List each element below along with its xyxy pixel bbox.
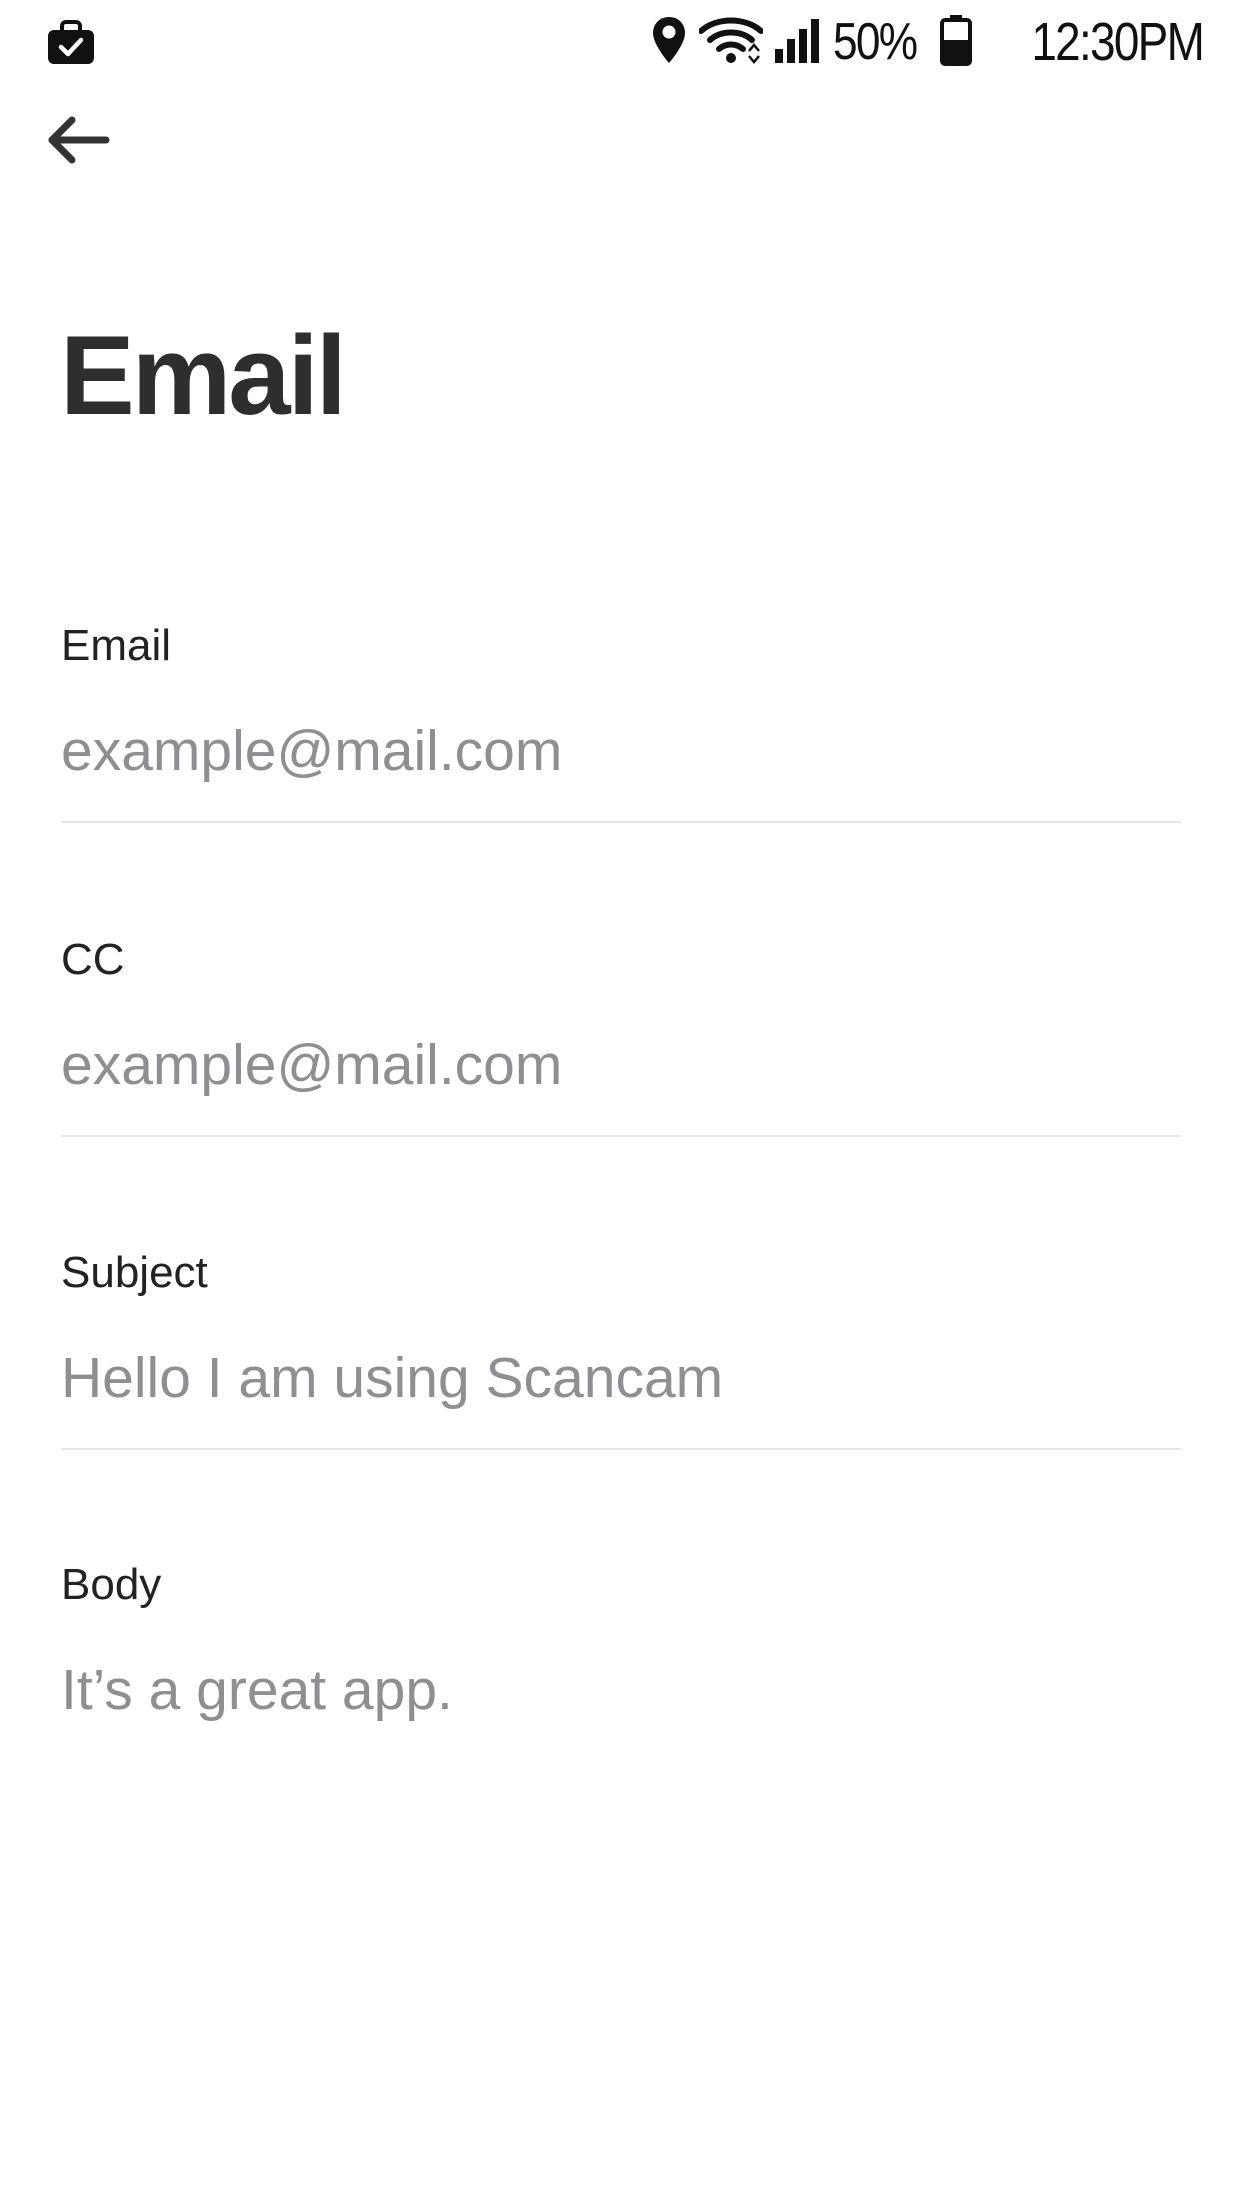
cc-input[interactable]	[61, 1034, 1181, 1097]
clock: 12:30PM	[1031, 12, 1205, 72]
email-label: Email	[61, 621, 172, 670]
email-input[interactable]	[61, 720, 1181, 783]
shopping-bag-icon	[46, 18, 96, 66]
wifi-icon	[697, 15, 764, 70]
subject-label: Subject	[61, 1248, 208, 1297]
back-button[interactable]	[44, 100, 128, 184]
body-label: Body	[61, 1560, 162, 1609]
status-bar: 50% 12:30PM	[0, 0, 1243, 84]
body-input[interactable]	[61, 1659, 1181, 1859]
battery-icon	[939, 14, 973, 71]
subject-field-group: Subject	[61, 1251, 1181, 1450]
cc-field-group: CC	[61, 938, 1181, 1137]
arrow-left-icon	[44, 115, 110, 170]
subject-divider	[61, 1447, 1181, 1450]
cc-label: CC	[61, 935, 125, 984]
status-icons: 50% 12:30PM	[651, 10, 1205, 74]
location-pin-icon	[651, 15, 687, 70]
body-field-group: Body	[61, 1563, 1181, 1859]
page-title: Email	[60, 313, 347, 438]
subject-input[interactable]	[61, 1347, 1181, 1410]
email-divider	[61, 820, 1181, 823]
signal-icon	[773, 17, 823, 68]
battery-percent: 50%	[832, 13, 918, 71]
cc-divider	[61, 1134, 1181, 1137]
email-field-group: Email	[61, 624, 1181, 823]
